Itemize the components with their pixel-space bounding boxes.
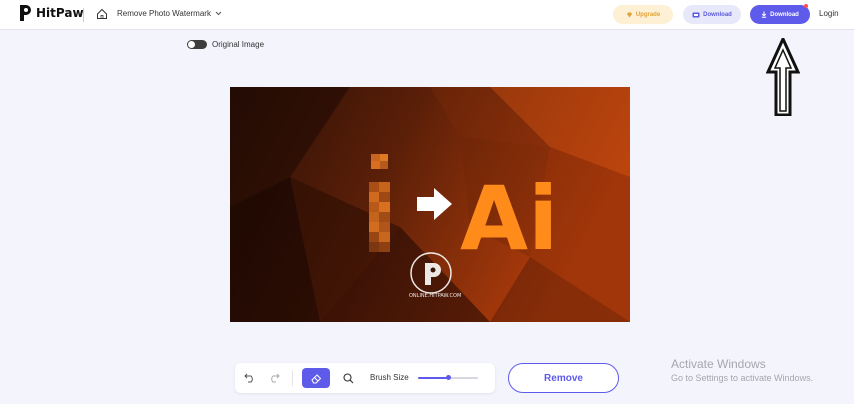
download-button[interactable]: Download (750, 5, 810, 24)
logo-text: HitPaw (36, 6, 84, 20)
download-button-label: Download (770, 11, 799, 18)
pixelated-i-glyph (369, 154, 390, 252)
undo-icon (244, 373, 253, 383)
upgrade-button-label: Upgrade (635, 11, 661, 18)
magnifier-icon (342, 372, 353, 383)
download-icon (761, 11, 767, 18)
annotation-up-arrow (766, 38, 800, 116)
notification-dot (804, 4, 808, 8)
tool-selector-label: Remove Photo Watermark (117, 9, 211, 18)
tool-selector-dropdown[interactable]: Remove Photo Watermark (117, 9, 222, 18)
redo-icon (271, 373, 280, 383)
download-app-button[interactable]: Download (683, 5, 741, 24)
zoom-button[interactable] (341, 371, 355, 385)
activate-windows-title: Activate Windows (671, 357, 766, 371)
original-image-label: Original Image (212, 40, 265, 49)
chevron-down-icon (215, 11, 222, 16)
diamond-icon (626, 12, 632, 17)
activate-windows-notice: Activate Windows Go to Settings to activ… (671, 357, 813, 383)
brush-size-slider[interactable] (418, 375, 478, 380)
brush-size-slider-knob[interactable] (446, 375, 451, 380)
windows-app-icon (692, 12, 700, 17)
download-app-button-label: Download (703, 11, 732, 18)
brush-size-label: Brush Size (370, 373, 409, 382)
logo[interactable]: HitPaw (18, 4, 84, 22)
home-icon[interactable] (96, 8, 108, 20)
preview-image[interactable]: Ai ONLINE.HITPAW.COM (230, 87, 630, 322)
redo-button[interactable] (267, 371, 281, 385)
eraser-icon (311, 373, 322, 383)
eraser-tool-button[interactable] (302, 368, 330, 388)
top-bar: HitPaw Remove Photo Watermark Upgrade Do… (0, 0, 854, 30)
login-link[interactable]: Login (819, 9, 839, 18)
toolbar-divider (292, 370, 293, 386)
header-divider (83, 8, 84, 22)
activate-windows-subtitle: Go to Settings to activate Windows. (671, 373, 814, 383)
undo-button[interactable] (243, 371, 257, 385)
remove-button[interactable]: Remove (508, 363, 619, 393)
original-image-toggle-row: Original Image (187, 40, 264, 49)
brush-size-slider-fill (418, 377, 448, 379)
watermark-text: ONLINE.HITPAW.COM (409, 293, 461, 299)
edit-toolbar: Brush Size (235, 363, 495, 393)
hitpaw-logo-icon (20, 5, 31, 21)
original-image-toggle[interactable] (187, 40, 207, 49)
preview-image-canvas: Ai ONLINE.HITPAW.COM (230, 87, 630, 322)
upgrade-button[interactable]: Upgrade (613, 5, 673, 24)
ai-glyph: Ai (460, 167, 558, 270)
